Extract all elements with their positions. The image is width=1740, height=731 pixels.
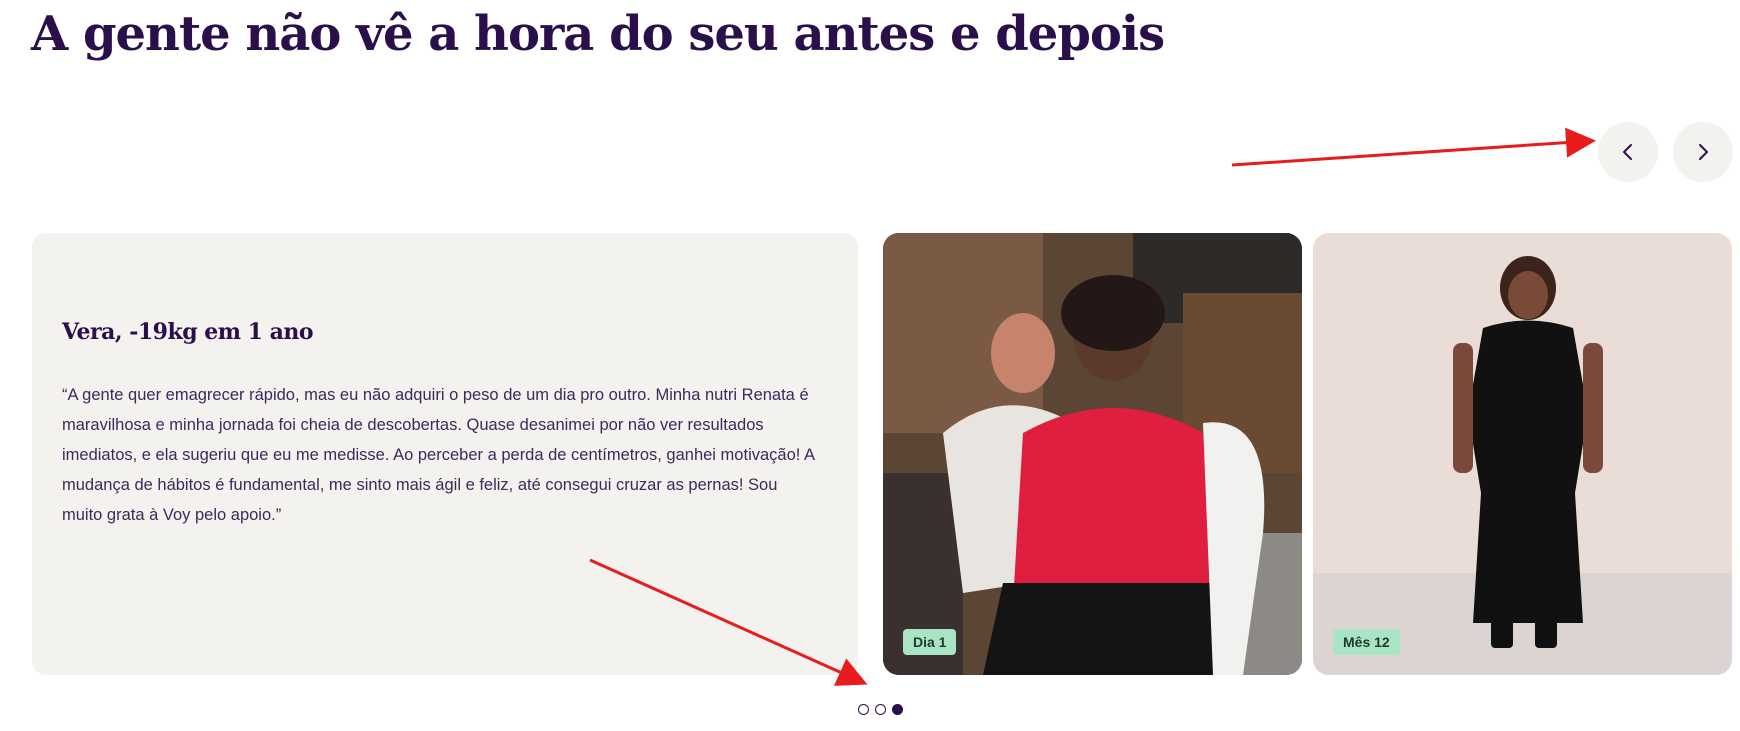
chevron-right-icon xyxy=(1699,144,1708,160)
testimonial-title: Vera, -19kg em 1 ano xyxy=(62,319,314,345)
testimonial-card: Vera, -19kg em 1 ano “A gente quer emagr… xyxy=(32,233,858,675)
after-badge: Mês 12 xyxy=(1333,629,1400,655)
before-photo: Dia 1 xyxy=(883,233,1302,675)
testimonials-section: A gente não vê a hora do seu antes e dep… xyxy=(0,0,1740,731)
section-headline: A gente não vê a hora do seu antes e dep… xyxy=(31,6,1165,62)
carousel-next-button[interactable] xyxy=(1673,122,1733,182)
before-badge: Dia 1 xyxy=(903,629,957,655)
before-photo-illustration xyxy=(883,233,1302,675)
carousel-pagination xyxy=(858,704,903,715)
pagination-dot-3-active[interactable] xyxy=(892,704,903,715)
after-photo: Mês 12 xyxy=(1313,233,1732,675)
annotation-arrow-nav xyxy=(1231,127,1596,167)
carousel-prev-button[interactable] xyxy=(1598,122,1658,182)
pagination-dot-2[interactable] xyxy=(875,704,886,715)
testimonial-quote: “A gente quer emagrecer rápido, mas eu n… xyxy=(62,386,815,524)
after-photo-illustration xyxy=(1313,233,1732,675)
chevron-left-icon xyxy=(1623,144,1632,160)
pagination-dot-1[interactable] xyxy=(858,704,869,715)
